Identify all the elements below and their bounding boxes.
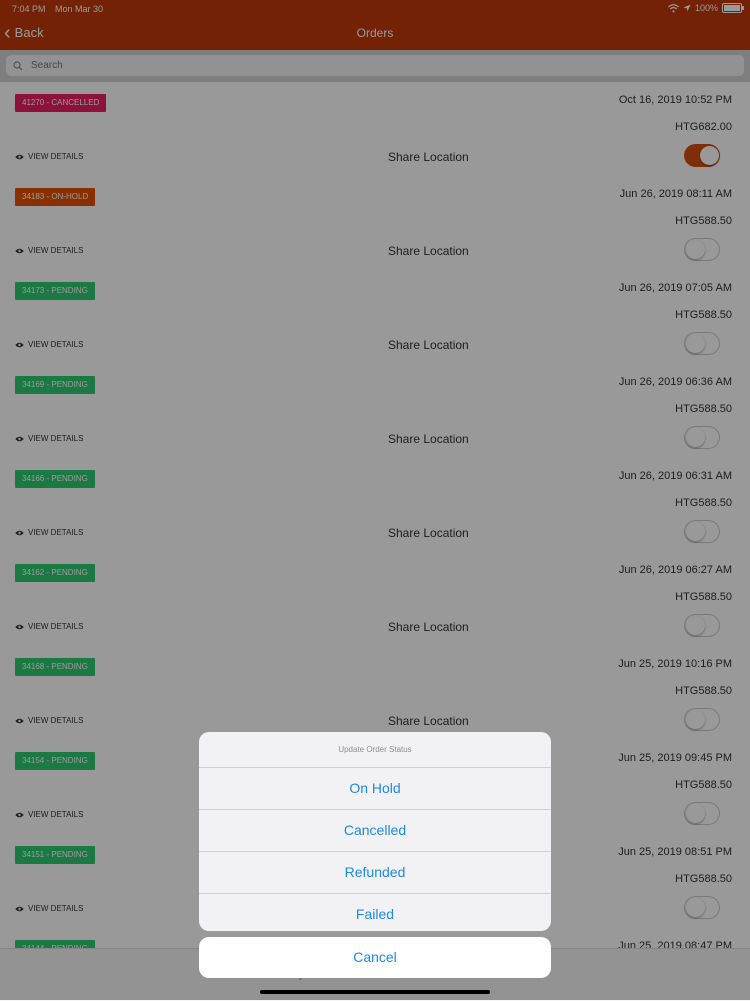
action-sheet-title: Update Order Status [199,732,551,768]
action-cancelled[interactable]: Cancelled [199,810,551,852]
action-refunded[interactable]: Refunded [199,852,551,894]
home-indicator [260,990,490,994]
action-sheet: Update Order Status On Hold Cancelled Re… [199,732,551,931]
cancel-button[interactable]: Cancel [199,937,551,978]
action-failed[interactable]: Failed [199,894,551,931]
action-on-hold[interactable]: On Hold [199,768,551,810]
